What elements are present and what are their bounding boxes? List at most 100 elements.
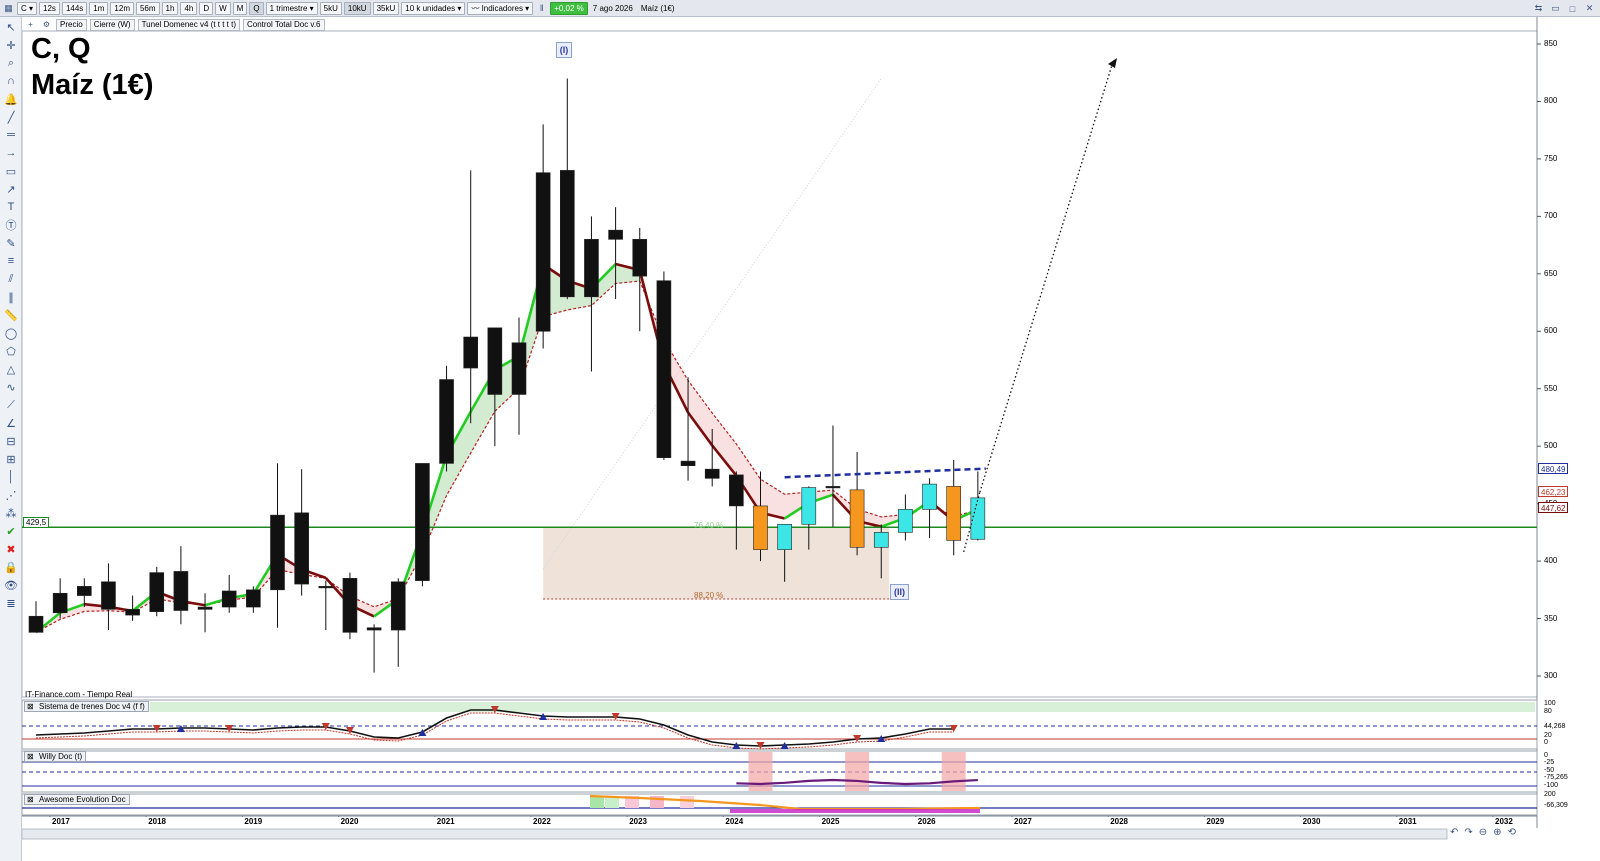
units-select[interactable]: 10 k unidades ▾ — [401, 1, 466, 15]
unit-button-5ku[interactable]: 5kU — [319, 1, 342, 15]
period-button-56m[interactable]: 56m — [135, 1, 160, 15]
arrow-icon[interactable]: ↗ — [3, 181, 19, 197]
bell-icon[interactable]: 🔔 — [3, 91, 19, 107]
candle-body — [584, 239, 599, 298]
grid-icon[interactable]: ▦ — [2, 2, 15, 15]
units-label: 10 k unidades — [405, 3, 456, 13]
candle-body — [390, 581, 406, 631]
period-button-1h[interactable]: 1h — [161, 1, 179, 15]
indicators-button[interactable]: 〰 Indicadores ▾ — [467, 1, 534, 15]
change-badge: +0,02 % — [550, 1, 588, 15]
symbol-select[interactable]: C ▾ — [17, 1, 38, 15]
x-tick-label: 2018 — [148, 817, 166, 826]
ellipse-icon[interactable]: ◯ — [3, 325, 19, 341]
period-button-1m[interactable]: 1m — [89, 1, 109, 15]
undo-icon[interactable]: ↶ — [1450, 827, 1458, 838]
link-icon[interactable]: ⇆ — [1532, 2, 1545, 15]
level-icon[interactable]: ⊟ — [3, 433, 19, 449]
panel-tick-label: -100 — [1544, 782, 1559, 789]
x-tick-label: 2024 — [725, 817, 744, 826]
pencil-icon[interactable]: ✎ — [3, 235, 19, 251]
tab-close[interactable]: Cierre (W) — [89, 18, 135, 31]
triangle-icon[interactable]: △ — [3, 361, 19, 377]
projection-line-2 — [979, 64, 1113, 493]
zoom-icon[interactable]: ⌕ — [3, 55, 19, 71]
range-select[interactable]: 1 trimestre ▾ — [265, 1, 318, 15]
y-tick-label: 500 — [1544, 441, 1558, 451]
lock-icon[interactable]: 🔒 — [3, 559, 19, 575]
text-icon[interactable]: T — [3, 199, 19, 215]
period-button-12s[interactable]: 12s — [39, 1, 60, 15]
line-icon[interactable]: ╱ — [3, 109, 19, 125]
crosshair-icon[interactable]: ✛ — [3, 37, 19, 53]
hline-icon[interactable]: ═ — [3, 127, 19, 143]
shape-icon[interactable]: ⬠ — [3, 343, 19, 359]
fib-icon[interactable]: ≡ — [3, 253, 19, 269]
close-icon[interactable]: ⊠ — [27, 752, 34, 761]
pattern-icon[interactable]: ⁂ — [3, 505, 19, 521]
panel-tick-label: 0 — [1544, 739, 1548, 746]
period-button-q[interactable]: Q — [249, 1, 264, 15]
pause-icon[interactable]: ‖ — [535, 2, 548, 15]
panel-tick-label: 20 — [1544, 732, 1552, 739]
y-tick-label: 400 — [1544, 556, 1558, 566]
wave-label-1[interactable]: (I) — [556, 42, 572, 58]
period-button-m[interactable]: M — [232, 1, 248, 15]
period-button-w[interactable]: W — [215, 1, 231, 15]
candle-body — [487, 327, 503, 395]
cursor-icon[interactable]: ↖ — [3, 19, 19, 35]
period-button-12m[interactable]: 12m — [110, 1, 134, 15]
check-icon[interactable]: ✔ — [3, 523, 19, 539]
ray-icon[interactable]: → — [3, 145, 19, 161]
parallel-icon[interactable]: ∥ — [3, 289, 19, 305]
restore-icon[interactable]: ▭ — [1549, 2, 1562, 15]
close-icon[interactable]: ⊠ — [27, 702, 34, 711]
candle-body — [729, 474, 744, 507]
maximize-icon[interactable]: □ — [1566, 2, 1579, 15]
unit-button-10ku[interactable]: 10kU — [343, 1, 371, 15]
close-icon[interactable]: ⊠ — [27, 795, 34, 804]
path-icon[interactable]: ⋰ — [3, 487, 19, 503]
panel-label: Awesome Evolution Doc — [39, 795, 126, 804]
candle-body — [704, 468, 720, 479]
ruler-icon[interactable]: 📏 — [3, 307, 19, 323]
tab-control[interactable]: Control Total Doc v.6 — [242, 18, 325, 31]
chart-canvas[interactable] — [0, 0, 1600, 861]
wave-icon[interactable]: ∿ — [3, 379, 19, 395]
redo-icon[interactable]: ↷ — [1464, 827, 1472, 838]
unit-button-35ku[interactable]: 35kU — [372, 1, 400, 15]
magnet-icon[interactable]: ∩ — [3, 73, 19, 89]
candle-body — [777, 524, 792, 550]
zoom-in-icon[interactable]: ⊕ — [1493, 827, 1501, 838]
zoom-out-icon[interactable]: ⊖ — [1479, 827, 1487, 838]
rect-icon[interactable]: ▭ — [3, 163, 19, 179]
visible-icon[interactable]: 👁 — [3, 577, 19, 593]
wave-label-2[interactable]: (II) — [890, 584, 909, 600]
price-badge-1: 480,49 — [1538, 463, 1569, 474]
add-icon[interactable]: + — [24, 18, 37, 31]
period-button-4h[interactable]: 4h — [180, 1, 198, 15]
period-button-144s[interactable]: 144s — [61, 1, 88, 15]
channel-icon[interactable]: ⫽ — [3, 271, 19, 287]
period-button-d[interactable]: D — [199, 1, 214, 15]
layers-icon[interactable]: ≣ — [3, 595, 19, 611]
trend-icon[interactable]: ⟋ — [3, 397, 19, 413]
tab-tunel[interactable]: Tunel Domenec v4 (t t t t t) — [137, 18, 240, 31]
close-icon[interactable]: ✕ — [1583, 2, 1596, 15]
settings-icon[interactable]: ⚙ — [40, 18, 53, 31]
panel-title-awesome[interactable]: ⊠ Awesome Evolution Doc — [24, 794, 130, 805]
reset-icon[interactable]: ⟲ — [1508, 827, 1516, 838]
candle-body — [246, 589, 261, 608]
x-tick-label: 2020 — [340, 817, 359, 826]
panel-label: Willy Doc (t) — [39, 752, 83, 761]
vline-icon[interactable]: │ — [3, 469, 19, 485]
price-badge-2: 462,23 — [1538, 486, 1569, 497]
label-icon[interactable]: Ⓣ — [3, 217, 19, 233]
panel-title-trenes[interactable]: ⊠ Sistema de trenes Doc v4 (f f) — [24, 701, 149, 712]
panel-title-willy[interactable]: ⊠ Willy Doc (t) — [24, 751, 87, 762]
cycle-icon[interactable]: ⊞ — [3, 451, 19, 467]
candle-body — [970, 497, 986, 540]
delete-icon[interactable]: ✖ — [3, 541, 19, 557]
tab-price[interactable]: Precio — [56, 18, 87, 31]
angle-icon[interactable]: ∠ — [3, 415, 19, 431]
